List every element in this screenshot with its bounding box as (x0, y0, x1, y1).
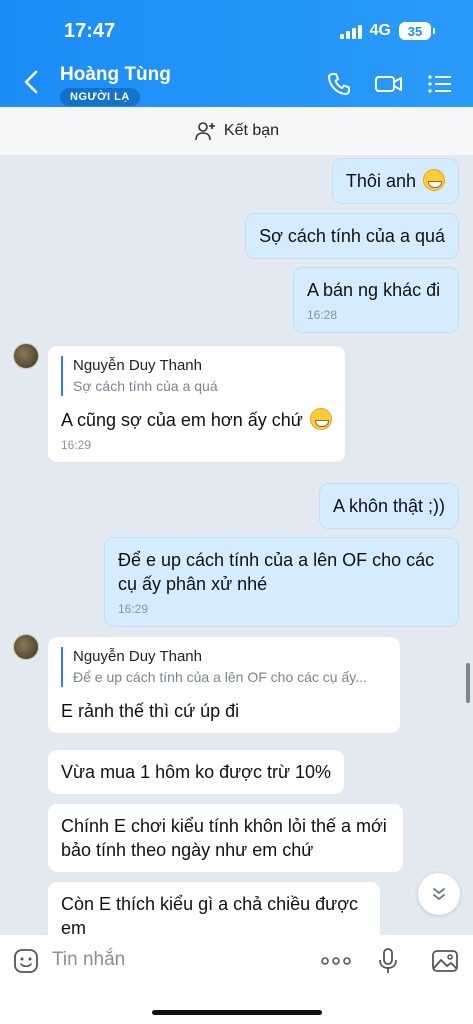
message-text: Chính E chơi kiểu tính khôn lỏi thế a mớ… (61, 816, 387, 860)
message-text: E rảnh thế thì cứ úp đi (61, 701, 240, 721)
battery-level: 35 (407, 23, 423, 39)
avatar[interactable] (13, 634, 39, 660)
message-bubble-theirs[interactable]: Chính E chơi kiểu tính khôn lỏi thế a mớ… (47, 803, 404, 873)
message-input[interactable]: Tin nhắn (52, 949, 125, 971)
message-bubble-theirs[interactable]: Còn E thích kiểu gì a chả chiều được em (47, 881, 381, 935)
sticker-icon[interactable] (12, 947, 40, 975)
add-friend-icon (195, 122, 215, 141)
message-time: 16:29 (118, 602, 149, 616)
message-time: 16:28 (307, 308, 338, 322)
video-call-icon[interactable] (374, 70, 404, 98)
menu-list-icon[interactable] (426, 70, 454, 98)
signal-icon (339, 23, 362, 39)
message-bubble-mine[interactable]: A bán ng khác đi 16:28 (293, 267, 459, 333)
quote-text: Sợ cách tính của a quá (73, 378, 218, 394)
message-bubble-theirs[interactable]: Nguyễn Duy Thanh Để e up cách tính của a… (47, 636, 401, 734)
message-bubble-mine[interactable]: Để e up cách tính của a lên OF cho các c… (104, 537, 459, 627)
message-text: Thôi anh (345, 171, 416, 191)
home-indicator (152, 1010, 322, 1015)
quote-text: Để e up cách tính của a lên OF cho các c… (73, 669, 367, 685)
grin-emoji-icon (423, 169, 445, 191)
quoted-message[interactable]: Nguyễn Duy Thanh Để e up cách tính của a… (61, 647, 387, 687)
message-text: A cũng sợ của em hơn ấy chứ (61, 410, 303, 430)
message-text: Còn E thích kiểu gì a chả chiều được em (61, 894, 359, 935)
avatar[interactable] (13, 343, 39, 369)
quoted-message[interactable]: Nguyễn Duy Thanh Sợ cách tính của a quá (61, 356, 332, 396)
add-friend-bar[interactable]: Kết bạn (0, 107, 473, 155)
status-indicators: 4G 35 (339, 22, 435, 40)
message-bubble-theirs[interactable]: Nguyễn Duy Thanh Sợ cách tính của a quá … (47, 345, 346, 463)
message-bubble-mine[interactable]: Sợ cách tính của a quá (245, 213, 459, 259)
stranger-badge: NGƯỜI LẠ (60, 88, 140, 106)
image-gallery-icon[interactable] (431, 947, 459, 975)
message-text: Vừa mua 1 hôm ko được trừ 10% (61, 762, 332, 782)
phone-icon[interactable] (325, 70, 353, 98)
double-chevron-down-icon (433, 888, 445, 901)
laughing-emoji-icon (309, 408, 332, 430)
contact-name[interactable]: Hoàng Tùng (60, 64, 171, 86)
add-friend-label: Kết bạn (223, 122, 280, 139)
quote-author: Nguyễn Duy Thanh (73, 357, 202, 374)
microphone-icon[interactable] (374, 947, 402, 975)
message-text: Để e up cách tính của a lên OF cho các c… (118, 550, 435, 594)
chat-header: 17:47 4G 35 Hoàng Tùng NGƯỜI LẠ (0, 0, 473, 107)
message-text: A khôn thật ;)) (332, 496, 445, 516)
quote-author: Nguyễn Duy Thanh (73, 648, 202, 665)
message-bubble-theirs[interactable]: Vừa mua 1 hôm ko được trừ 10% (47, 749, 346, 795)
scroll-to-bottom-button[interactable] (418, 873, 460, 915)
message-bubble-mine[interactable]: Thôi anh (331, 158, 459, 204)
scrollbar[interactable] (466, 663, 470, 703)
status-time: 17:47 (64, 20, 116, 42)
message-text: Sợ cách tính của a quá (259, 226, 445, 246)
more-options-icon[interactable] (320, 947, 352, 975)
network-type: 4G (369, 22, 391, 39)
battery-icon: 35 (399, 22, 435, 40)
message-time: 16:29 (61, 438, 92, 452)
message-bubble-mine[interactable]: A khôn thật ;)) (318, 483, 459, 529)
message-input-bar: Tin nhắn (0, 935, 473, 1024)
message-text: A bán ng khác đi (307, 280, 441, 300)
back-arrow-icon[interactable] (20, 68, 44, 96)
chat-messages[interactable]: Thôi anh Sợ cách tính của a quá A bán ng… (0, 155, 473, 935)
